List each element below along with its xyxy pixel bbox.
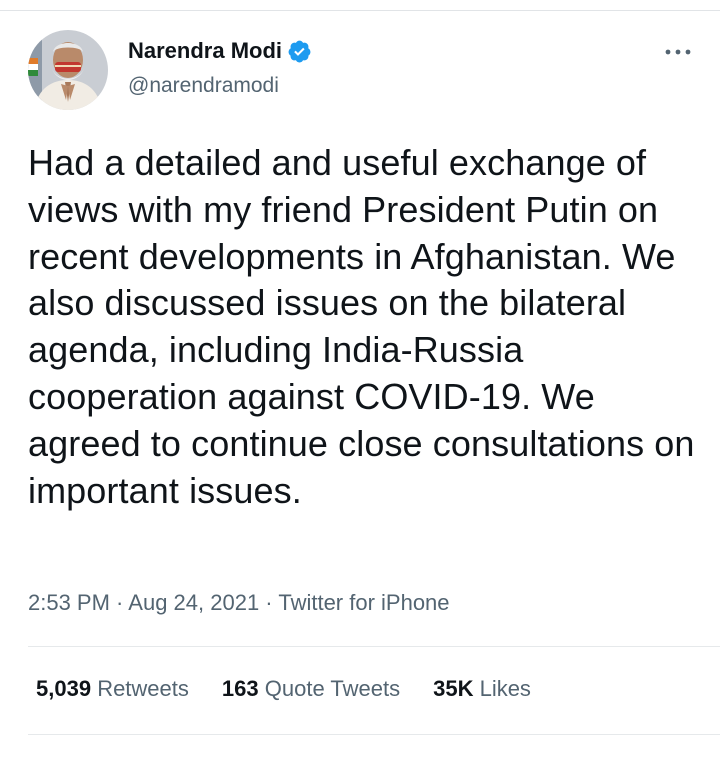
author-display-name[interactable]: Narendra Modi <box>128 38 282 64</box>
quote-tweets-count: 163 <box>221 676 259 701</box>
likes-stat[interactable]: 35K Likes <box>433 676 531 702</box>
retweets-label: Retweets <box>97 676 189 701</box>
meta-separator: · <box>259 590 279 615</box>
quote-tweets-label: Quote Tweets <box>264 676 401 701</box>
tweet-text: Had a detailed and useful exchange of vi… <box>28 142 695 511</box>
tweet-date[interactable]: Aug 24, 2021 <box>128 590 259 615</box>
avatar[interactable] <box>28 30 108 110</box>
retweets-stat[interactable]: 5,039 Retweets <box>36 676 189 702</box>
quote-tweets-stat[interactable]: 163 Quote Tweets <box>222 676 400 702</box>
tweet-metadata: 2:53 PM · Aug 24, 2021 · Twitter for iPh… <box>28 590 450 616</box>
top-edge-divider <box>0 0 720 11</box>
likes-label: Likes <box>479 676 531 701</box>
tweet-time[interactable]: 2:53 PM <box>28 590 110 615</box>
meta-separator: · <box>109 590 129 615</box>
more-dots-icon[interactable] <box>662 40 694 64</box>
stats-bottom-divider <box>28 734 720 735</box>
likes-count: 35K <box>433 676 474 701</box>
tweet-stats: 5,039 Retweets 163 Quote Tweets 35K Like… <box>36 676 564 702</box>
author-handle[interactable]: @narendramodi <box>128 74 279 98</box>
stats-top-divider <box>28 646 720 647</box>
avatar-image <box>28 30 108 110</box>
author-name-row: Narendra Modi <box>128 38 312 64</box>
tweet-source[interactable]: Twitter for iPhone <box>278 590 449 615</box>
verified-badge-icon <box>287 39 312 64</box>
retweets-count: 5,039 <box>36 676 92 701</box>
